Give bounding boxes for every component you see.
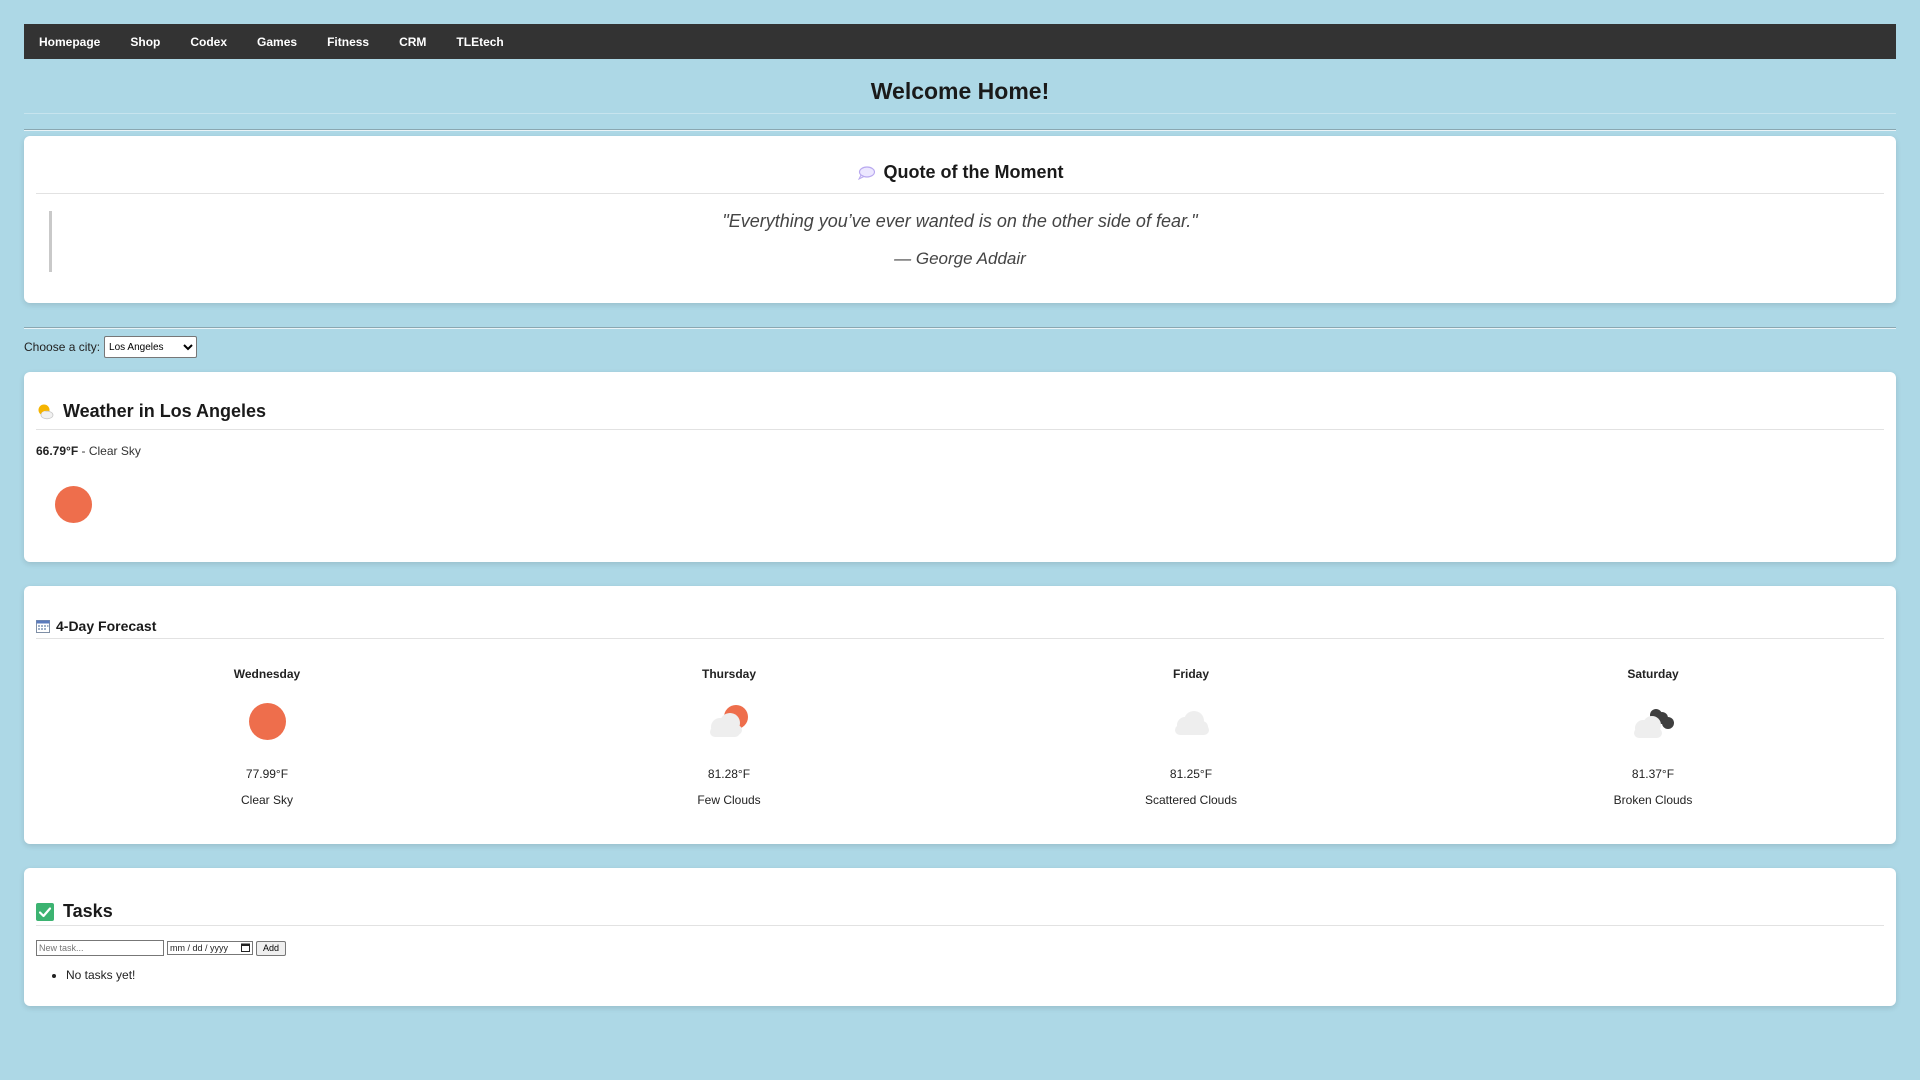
divider <box>24 327 1896 328</box>
nav-shop[interactable]: Shop <box>130 35 160 49</box>
forecast-day: Friday 81.25°F Scattered Clouds <box>960 639 1422 807</box>
weather-heading: Weather in Los Angeles <box>63 401 267 421</box>
divider <box>24 129 1896 130</box>
tasks-header: Tasks <box>36 868 1884 926</box>
day-temp: 81.28°F <box>707 767 751 781</box>
weather-card: Weather in Los Angeles 66.79°F - Clear S… <box>24 372 1896 562</box>
nav-crm[interactable]: CRM <box>399 35 426 49</box>
sun-behind-cloud-icon <box>36 381 55 420</box>
quote-header: Quote of the Moment <box>36 136 1884 194</box>
day-desc: Broken Clouds <box>1613 793 1693 807</box>
sun-icon <box>55 486 92 523</box>
check-mark-icon <box>36 873 54 921</box>
current-condition: - Clear Sky <box>78 444 141 458</box>
add-task-button[interactable]: Add <box>256 940 287 956</box>
page-wrapper: Homepage Shop Codex Games Fitness CRM TL… <box>24 0 1896 1006</box>
forecast-heading: 4-Day Forecast <box>56 618 157 634</box>
quote-side-bar <box>49 211 52 272</box>
task-date-input[interactable]: mm / dd / yyyy <box>167 941 253 955</box>
forecast-day: Wednesday 77.99°F Clear Sky <box>36 639 498 807</box>
day-desc: Scattered Clouds <box>1144 793 1238 807</box>
weather-header: Weather in Los Angeles <box>36 372 1884 430</box>
day-temp: 77.99°F <box>245 767 289 781</box>
nav-games[interactable]: Games <box>257 35 297 49</box>
new-task-input[interactable] <box>36 940 164 956</box>
city-select[interactable]: Los Angeles <box>104 336 198 358</box>
list-item: No tasks yet! <box>66 968 1884 982</box>
calendar-icon <box>36 591 50 633</box>
page-title: Welcome Home! <box>870 78 1050 104</box>
city-label: Choose a city: <box>24 340 101 354</box>
nav-codex[interactable]: Codex <box>190 35 227 49</box>
title-underline <box>24 113 1896 114</box>
forecast-row: Wednesday 77.99°F Clear Sky Thursday 81.… <box>36 639 1884 807</box>
task-form: mm / dd / yyyy Add <box>36 940 1884 956</box>
forecast-card: 4-Day Forecast Wednesday 77.99°F Clear S… <box>24 586 1896 844</box>
current-temp: 66.79°F <box>36 444 79 458</box>
forecast-day: Saturday 81.37°F Broken Clouds <box>1422 639 1884 807</box>
tasks-card: Tasks mm / dd / yyyy Add No tasks yet! <box>24 868 1896 1006</box>
calendar-picker-icon[interactable] <box>241 943 250 954</box>
quote-heading: Quote of the Moment <box>883 162 1064 182</box>
day-desc: Clear Sky <box>240 793 293 807</box>
day-name: Wednesday <box>233 667 301 681</box>
nav-homepage[interactable]: Homepage <box>39 35 100 49</box>
date-placeholder: mm / dd / yyyy <box>170 943 229 953</box>
current-weather: 66.79°F - Clear Sky <box>36 444 1884 458</box>
forecast-day: Thursday 81.28°F Few Clouds <box>498 639 960 807</box>
day-temp: 81.37°F <box>1631 767 1675 781</box>
cloud-icon <box>960 691 1422 751</box>
navbar: Homepage Shop Codex Games Fitness CRM TL… <box>24 24 1896 59</box>
quote-author: — George Addair <box>894 249 1026 268</box>
sun-cloud-icon <box>498 691 960 751</box>
tasks-heading: Tasks <box>63 901 113 921</box>
sun-icon <box>36 691 498 751</box>
speech-bubble-icon <box>857 150 875 180</box>
day-name: Thursday <box>701 667 756 681</box>
dark-clouds-icon <box>1422 691 1884 751</box>
nav-tletech[interactable]: TLEtech <box>456 35 503 49</box>
day-name: Saturday <box>1627 667 1679 681</box>
day-temp: 81.25°F <box>1169 767 1213 781</box>
quote-text: "Everything you’ve ever wanted is on the… <box>722 211 1198 231</box>
quote-blockquote: "Everything you’ve ever wanted is on the… <box>36 194 1884 294</box>
forecast-header: 4-Day Forecast <box>36 586 1884 639</box>
nav-fitness[interactable]: Fitness <box>327 35 369 49</box>
task-list: No tasks yet! <box>36 968 1884 982</box>
city-selector: Choose a city: Los Angeles <box>24 336 1896 358</box>
day-desc: Few Clouds <box>697 793 761 807</box>
quote-card: Quote of the Moment "Everything you’ve e… <box>24 136 1896 303</box>
day-name: Friday <box>1172 667 1209 681</box>
